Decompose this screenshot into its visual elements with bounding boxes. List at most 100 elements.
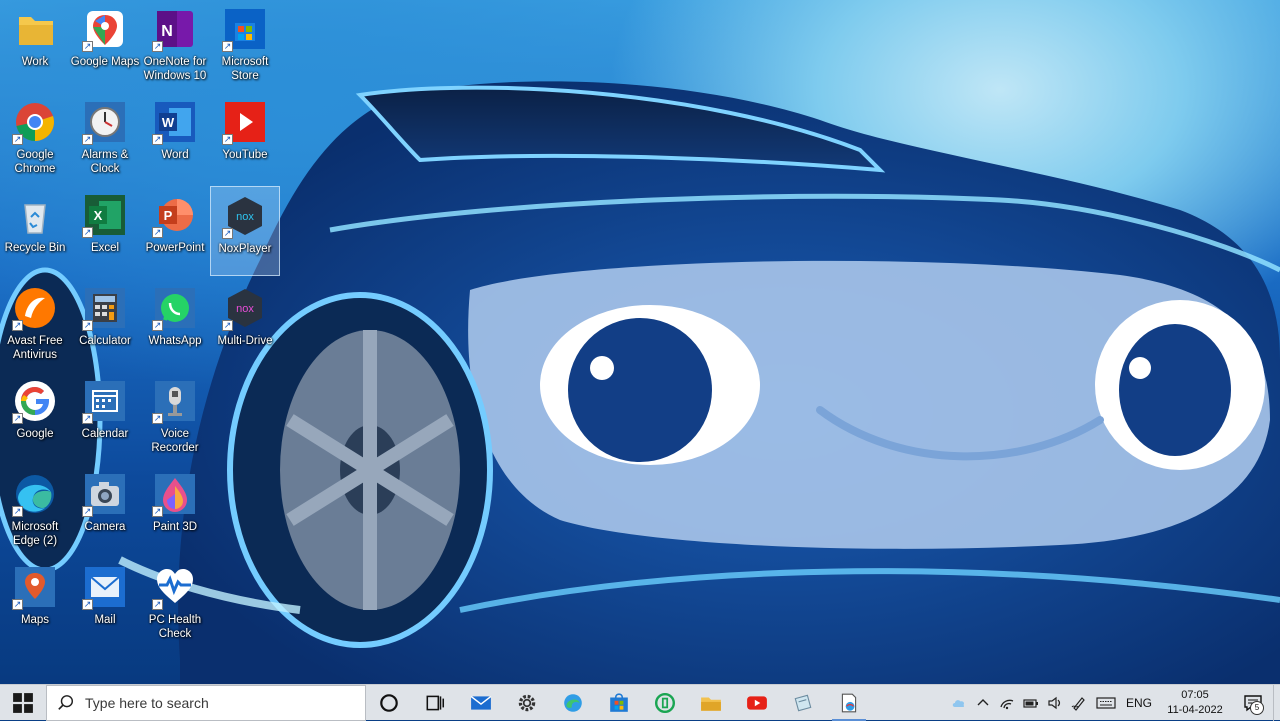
cortana-button[interactable] bbox=[366, 685, 412, 721]
search-input[interactable] bbox=[83, 693, 357, 712]
desktop-icon-mail[interactable]: ↗ Mail bbox=[70, 558, 140, 648]
shortcut-arrow-icon: ↗ bbox=[82, 41, 93, 52]
microsoft-store-icon: ↗ bbox=[222, 6, 268, 52]
desktop-icon-youtube[interactable]: ↗ YouTube bbox=[210, 93, 280, 183]
wifi-icon bbox=[1000, 699, 1014, 709]
recycle-bin-icon bbox=[12, 192, 58, 238]
action-center-button[interactable]: 5 bbox=[1233, 685, 1273, 721]
desktop-icon-voice-recorder[interactable]: ↗ Voice Recorder bbox=[140, 372, 210, 462]
calculator-icon: ↗ bbox=[82, 285, 128, 331]
desktop-icon-alarms-clock[interactable]: ↗ Alarms & Clock bbox=[70, 93, 140, 183]
desktop-icon-excel[interactable]: X ↗ Excel bbox=[70, 186, 140, 276]
clock-date: 11-04-2022 bbox=[1167, 703, 1223, 716]
shortcut-arrow-icon: ↗ bbox=[152, 41, 163, 52]
shortcut-arrow-icon: ↗ bbox=[222, 228, 233, 239]
desktop-icon-label: Maps bbox=[20, 614, 50, 626]
taskbar-edge[interactable] bbox=[550, 685, 596, 721]
desktop-icon-label: Google Maps bbox=[70, 56, 140, 68]
desktop-icon-whatsapp[interactable]: ↗ WhatsApp bbox=[140, 279, 210, 369]
shortcut-arrow-icon: ↗ bbox=[222, 134, 233, 145]
desktop-icon-pc-health-check[interactable]: ↗ PC Health Check bbox=[140, 558, 210, 648]
voice-recorder-icon: ↗ bbox=[152, 378, 198, 424]
desktop-icon-camera[interactable]: ↗ Camera bbox=[70, 465, 140, 555]
desktop-icon-label: Mail bbox=[94, 614, 116, 626]
google-chrome-icon: ↗ bbox=[12, 99, 58, 145]
avast-free-antivirus-icon: ↗ bbox=[12, 285, 58, 331]
calendar-icon: ↗ bbox=[82, 378, 128, 424]
desktop-icon-google-maps[interactable]: ↗ Google Maps bbox=[70, 0, 140, 90]
desktop-icon-label: PC Health Check bbox=[148, 614, 202, 640]
task-view-button[interactable] bbox=[412, 685, 458, 721]
desktop-icon-label: OneNote for Windows 10 bbox=[143, 56, 207, 82]
desktop-icon-work[interactable]: Work bbox=[0, 0, 70, 90]
tray-cloud[interactable] bbox=[947, 685, 971, 721]
work-icon bbox=[12, 6, 58, 52]
desktop-icon-multi-drive[interactable]: nox ↗ Multi-Drive bbox=[210, 279, 280, 369]
noxplayer-icon: nox ↗ bbox=[222, 193, 268, 239]
taskbar-mail[interactable] bbox=[458, 685, 504, 721]
alarms-clock-icon: ↗ bbox=[82, 99, 128, 145]
desktop-icon-label: Microsoft Edge (2) bbox=[11, 521, 59, 547]
desktop-icon-label: Google Chrome bbox=[14, 149, 56, 175]
desktop-icon-avast-free-antivirus[interactable]: ↗ Avast Free Antivirus bbox=[0, 279, 70, 369]
desktop-icon-onenote-for-windows-10[interactable]: N ↗ OneNote for Windows 10 bbox=[140, 0, 210, 90]
shortcut-arrow-icon: ↗ bbox=[152, 413, 163, 424]
desktop-icon-label: Recycle Bin bbox=[4, 242, 66, 254]
task-view-icon bbox=[426, 695, 445, 710]
gear-icon bbox=[518, 694, 536, 711]
desktop-icon-calculator[interactable]: ↗ Calculator bbox=[70, 279, 140, 369]
desktop-icon-word[interactable]: W ↗ Word bbox=[140, 93, 210, 183]
desktop-icon-label: Microsoft Store bbox=[221, 56, 269, 82]
youtube-icon: ↗ bbox=[222, 99, 268, 145]
tray-battery[interactable] bbox=[1019, 685, 1043, 721]
clock[interactable]: 07:05 11-04-2022 bbox=[1157, 688, 1233, 718]
onenote-for-windows-10-icon: N ↗ bbox=[152, 6, 198, 52]
shortcut-arrow-icon: ↗ bbox=[12, 506, 23, 517]
language-indicator[interactable]: ENG bbox=[1121, 696, 1157, 710]
desktop-icon-recycle-bin[interactable]: Recycle Bin bbox=[0, 186, 70, 276]
desktop-icon-maps[interactable]: ↗ Maps bbox=[0, 558, 70, 648]
taskbar-settings[interactable] bbox=[504, 685, 550, 721]
desktop-icon-label: Excel bbox=[90, 242, 120, 254]
svg-text:X: X bbox=[94, 208, 103, 223]
desktop-icon-label: Calendar bbox=[81, 428, 129, 440]
desktop-icon-microsoft-edge-2[interactable]: ↗ Microsoft Edge (2) bbox=[0, 465, 70, 555]
shortcut-arrow-icon: ↗ bbox=[82, 227, 93, 238]
camera-icon: ↗ bbox=[82, 471, 128, 517]
speaker-icon bbox=[1048, 696, 1061, 709]
edge-icon bbox=[564, 693, 582, 712]
cloud-icon bbox=[952, 699, 965, 707]
windows-logo-icon bbox=[13, 692, 33, 713]
microsoft-edge-2-icon: ↗ bbox=[12, 471, 58, 517]
tray-overflow-button[interactable] bbox=[971, 685, 995, 721]
taskbar-store[interactable] bbox=[596, 685, 642, 721]
mail-icon: ↗ bbox=[82, 564, 128, 610]
youtube-icon bbox=[747, 695, 767, 710]
taskbar-search-box[interactable] bbox=[46, 684, 366, 721]
tray-volume[interactable] bbox=[1043, 685, 1067, 721]
desktop-icon-noxplayer[interactable]: nox ↗ NoxPlayer bbox=[210, 186, 280, 276]
desktop-icon-paint-3d[interactable]: ↗ Paint 3D bbox=[140, 465, 210, 555]
start-button[interactable] bbox=[0, 685, 46, 721]
svg-text:W: W bbox=[162, 115, 175, 130]
taskbar-youtube[interactable] bbox=[734, 685, 780, 721]
svg-text:N: N bbox=[161, 23, 173, 40]
tray-keyboard[interactable] bbox=[1091, 685, 1121, 721]
desktop-icon-google-chrome[interactable]: ↗ Google Chrome bbox=[0, 93, 70, 183]
desktop-icon-microsoft-store[interactable]: ↗ Microsoft Store bbox=[210, 0, 280, 90]
taskbar-active-browser[interactable] bbox=[826, 685, 872, 721]
show-desktop-button[interactable] bbox=[1273, 684, 1280, 721]
desktop-icon-powerpoint[interactable]: P ↗ PowerPoint bbox=[140, 186, 210, 276]
notification-count-badge: 5 bbox=[1250, 700, 1264, 715]
desktop-icon-google[interactable]: ↗ Google bbox=[0, 372, 70, 462]
folder-icon bbox=[701, 697, 721, 711]
taskbar-green-app[interactable] bbox=[642, 685, 688, 721]
excel-icon: X ↗ bbox=[82, 192, 128, 238]
tray-pen[interactable] bbox=[1067, 685, 1091, 721]
desktop-icon-calendar[interactable]: ↗ Calendar bbox=[70, 372, 140, 462]
system-tray: ENG 07:05 11-04-2022 5 bbox=[947, 684, 1280, 721]
taskbar-notes-app[interactable] bbox=[780, 685, 826, 721]
powerpoint-icon: P ↗ bbox=[152, 192, 198, 238]
tray-network[interactable] bbox=[995, 685, 1019, 721]
taskbar-file-explorer[interactable] bbox=[688, 685, 734, 721]
